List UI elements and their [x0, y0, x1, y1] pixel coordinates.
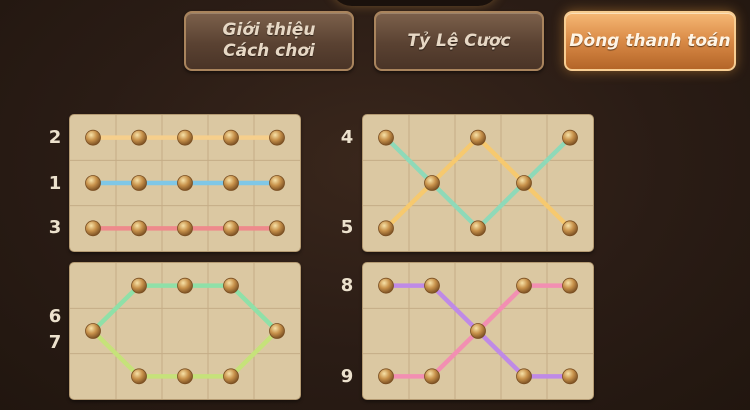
- payline-panel-hexagon: [69, 262, 301, 400]
- bead-marker: [378, 129, 394, 146]
- payline-label-6: 6: [48, 306, 62, 327]
- bead-marker: [85, 323, 101, 339]
- bead-marker: [562, 129, 578, 146]
- payline-label-5: 5: [340, 217, 354, 238]
- payline-label-9: 9: [340, 366, 354, 387]
- bead-marker: [378, 220, 394, 237]
- bead-marker: [85, 175, 101, 191]
- tab-paylines[interactable]: Dòng thanh toán: [564, 11, 736, 71]
- bead-marker: [516, 175, 532, 191]
- bead-marker: [562, 368, 578, 385]
- bead-marker: [131, 129, 147, 146]
- bead-marker: [516, 368, 532, 385]
- bead-marker: [223, 368, 239, 385]
- payline-diagram: [70, 115, 300, 251]
- top-ornament: [330, 0, 500, 6]
- bead-marker: [85, 220, 101, 237]
- payline-4-path: [383, 135, 573, 231]
- bead-marker: [177, 277, 193, 294]
- payline-diagram: [363, 263, 593, 399]
- bead-marker: [177, 129, 193, 146]
- bead-marker: [470, 323, 486, 339]
- bead-marker: [269, 175, 285, 191]
- payline-diagram: [363, 115, 593, 251]
- bead-marker: [424, 368, 440, 385]
- payline-label-2: 2: [48, 127, 62, 148]
- bead-marker: [470, 220, 486, 237]
- bead-marker: [177, 175, 193, 191]
- payline-5-path: [383, 135, 573, 231]
- payline-panel-horizontal: [69, 114, 301, 252]
- payline-label-7: 7: [48, 332, 62, 353]
- bead-marker: [424, 175, 440, 191]
- bead-marker: [131, 175, 147, 191]
- bead-marker: [470, 129, 486, 146]
- bead-marker: [85, 129, 101, 146]
- bead-marker: [131, 277, 147, 294]
- payline-diagram: [70, 263, 300, 399]
- payline-label-4: 4: [340, 127, 354, 148]
- payline-label-1: 1: [48, 173, 62, 194]
- bead-marker: [378, 277, 394, 294]
- bead-marker: [562, 220, 578, 237]
- payline-panel-cross: [362, 262, 594, 400]
- payline-label-8: 8: [340, 275, 354, 296]
- bead-marker: [177, 220, 193, 237]
- bead-marker: [562, 277, 578, 294]
- bead-marker: [177, 368, 193, 385]
- tab-how-to-play[interactable]: Giới thiệu Cách chơi: [184, 11, 354, 71]
- bead-marker: [131, 220, 147, 237]
- bead-marker: [131, 368, 147, 385]
- bead-marker: [223, 220, 239, 237]
- payline-panel-zigzag: [362, 114, 594, 252]
- bead-marker: [223, 277, 239, 294]
- bead-marker: [378, 368, 394, 385]
- bead-marker: [269, 129, 285, 146]
- bead-marker: [424, 277, 440, 294]
- bead-marker: [223, 175, 239, 191]
- bead-marker: [516, 277, 532, 294]
- bead-marker: [269, 220, 285, 237]
- payline-label-3: 3: [48, 217, 62, 238]
- tab-odds[interactable]: Tỷ Lệ Cược: [374, 11, 544, 71]
- bead-marker: [269, 323, 285, 339]
- bead-marker: [223, 129, 239, 146]
